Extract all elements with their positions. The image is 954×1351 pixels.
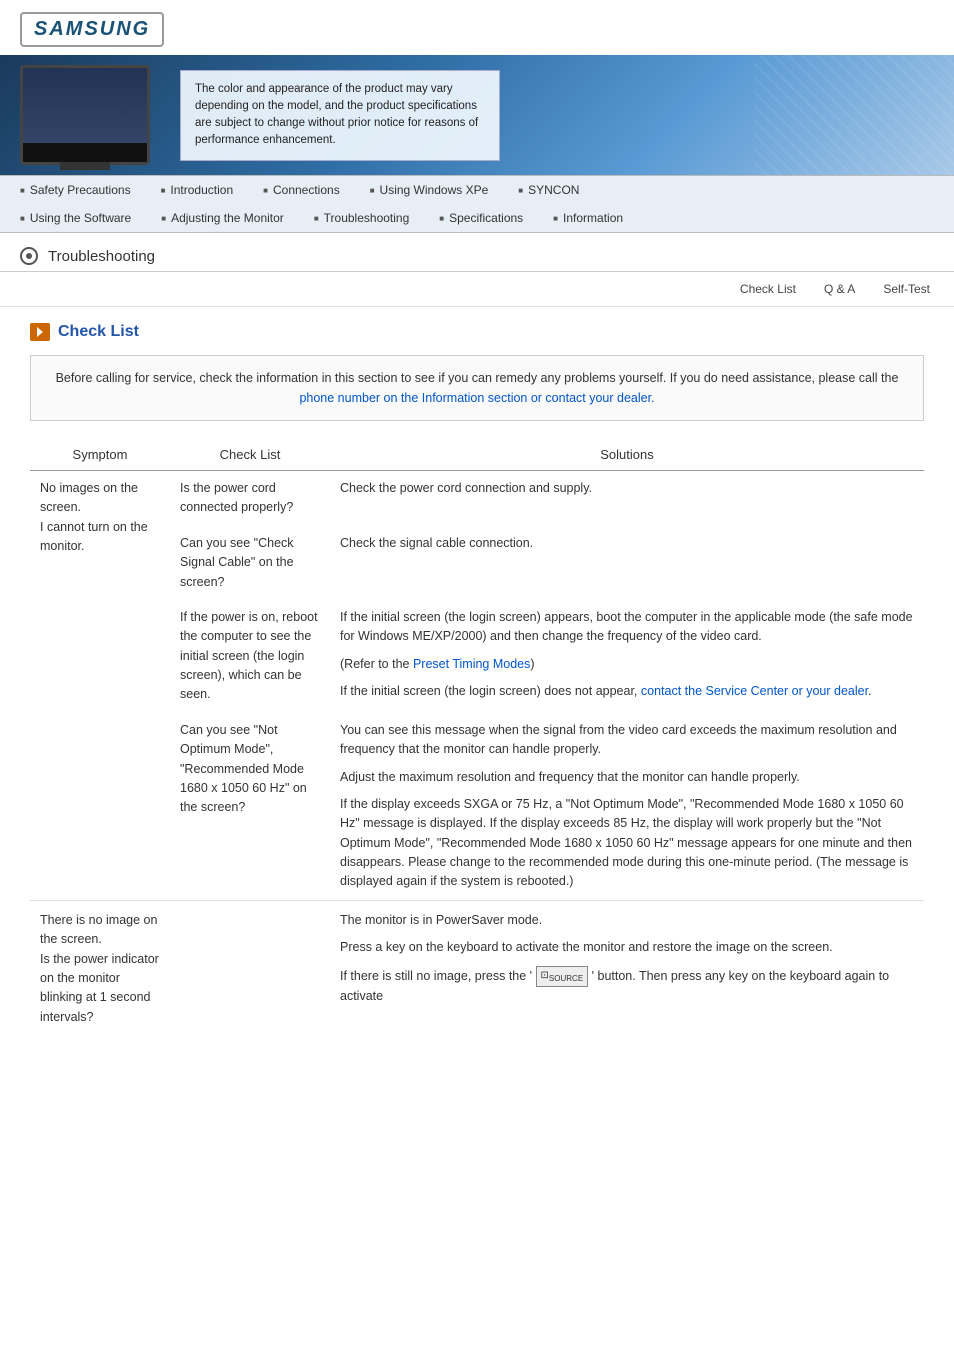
symptom-cell-1: No images on the screen.I cannot turn on… — [30, 471, 170, 901]
col-header-checklist: Check List — [170, 441, 330, 471]
preset-timing-link[interactable]: Preset Timing Modes — [413, 657, 530, 671]
nav-using-software[interactable]: Using the Software — [20, 211, 131, 225]
sub-nav-self-test[interactable]: Self-Test — [879, 280, 934, 298]
solutions-cell-1-3: If the initial screen (the login screen)… — [330, 600, 924, 713]
col-header-symptom: Symptom — [30, 441, 170, 471]
info-box-link[interactable]: phone number on the Information section … — [299, 391, 654, 405]
nav-adjusting-monitor[interactable]: Adjusting the Monitor — [161, 211, 284, 225]
nav-using-windows-xpe[interactable]: Using Windows XPe — [370, 183, 489, 197]
solutions-cell-1-4: You can see this message when the signal… — [330, 713, 924, 901]
section-title: Check List — [30, 323, 924, 341]
banner-description: The color and appearance of the product … — [195, 83, 478, 147]
table-row: No images on the screen.I cannot turn on… — [30, 471, 924, 526]
source-button-icon: ⊡SOURCE — [536, 966, 589, 987]
checklist-cell-1-1: Is the power cord connected properly? — [170, 471, 330, 526]
nav-introduction[interactable]: Introduction — [161, 183, 234, 197]
header: SAMSUNG — [0, 0, 954, 47]
checklist-cell-1-2: Can you see "Check Signal Cable" on the … — [170, 526, 330, 600]
checklist-cell-1-3: If the power is on, reboot the computer … — [170, 600, 330, 713]
nav-row-2: Using the Software Adjusting the Monitor… — [20, 204, 934, 232]
banner-decoration — [754, 55, 954, 175]
solutions-cell-1-1: Check the power cord connection and supp… — [330, 471, 924, 526]
sub-nav-check-list[interactable]: Check List — [736, 280, 800, 298]
info-box-text-before: Before calling for service, check the in… — [56, 371, 899, 385]
table-row: There is no image on the screen.Is the p… — [30, 900, 924, 1035]
main-content: Check List Before calling for service, c… — [0, 307, 954, 1051]
sub-nav-qa[interactable]: Q & A — [820, 280, 859, 298]
service-center-link[interactable]: contact the Service Center or your deale… — [641, 684, 868, 698]
banner-tv-image — [20, 65, 150, 165]
nav-syncon[interactable]: SYNCON — [518, 183, 579, 197]
solutions-cell-1-2: Check the signal cable connection. — [330, 526, 924, 600]
nav-row-1: Safety Precautions Introduction Connecti… — [20, 176, 934, 204]
page-title: Troubleshooting — [48, 248, 155, 265]
nav-safety-precautions[interactable]: Safety Precautions — [20, 183, 131, 197]
page-title-bar: Troubleshooting — [0, 233, 954, 272]
logo-area: SAMSUNG — [20, 12, 934, 47]
checklist-cell-1-4: Can you see "Not Optimum Mode", "Recomme… — [170, 713, 330, 901]
troubleshooting-table: Symptom Check List Solutions No images o… — [30, 441, 924, 1035]
samsung-logo: SAMSUNG — [20, 12, 164, 47]
section-icon — [30, 323, 50, 341]
banner-text-box: The color and appearance of the product … — [180, 70, 500, 161]
page-title-icon — [20, 247, 38, 265]
sub-nav: Check List Q & A Self-Test — [0, 272, 954, 307]
symptom-cell-2: There is no image on the screen.Is the p… — [30, 900, 170, 1035]
info-box: Before calling for service, check the in… — [30, 355, 924, 421]
checklist-cell-2-1 — [170, 900, 330, 1035]
page-title-icon-dot — [26, 253, 32, 259]
section-title-text: Check List — [58, 323, 139, 341]
nav-specifications[interactable]: Specifications — [439, 211, 523, 225]
nav-information[interactable]: Information — [553, 211, 623, 225]
nav-connections[interactable]: Connections — [263, 183, 340, 197]
solutions-cell-2-1: The monitor is in PowerSaver mode. Press… — [330, 900, 924, 1035]
col-header-solutions: Solutions — [330, 441, 924, 471]
nav-troubleshooting[interactable]: Troubleshooting — [314, 211, 409, 225]
banner: The color and appearance of the product … — [0, 55, 954, 175]
nav-bar: Safety Precautions Introduction Connecti… — [0, 175, 954, 233]
